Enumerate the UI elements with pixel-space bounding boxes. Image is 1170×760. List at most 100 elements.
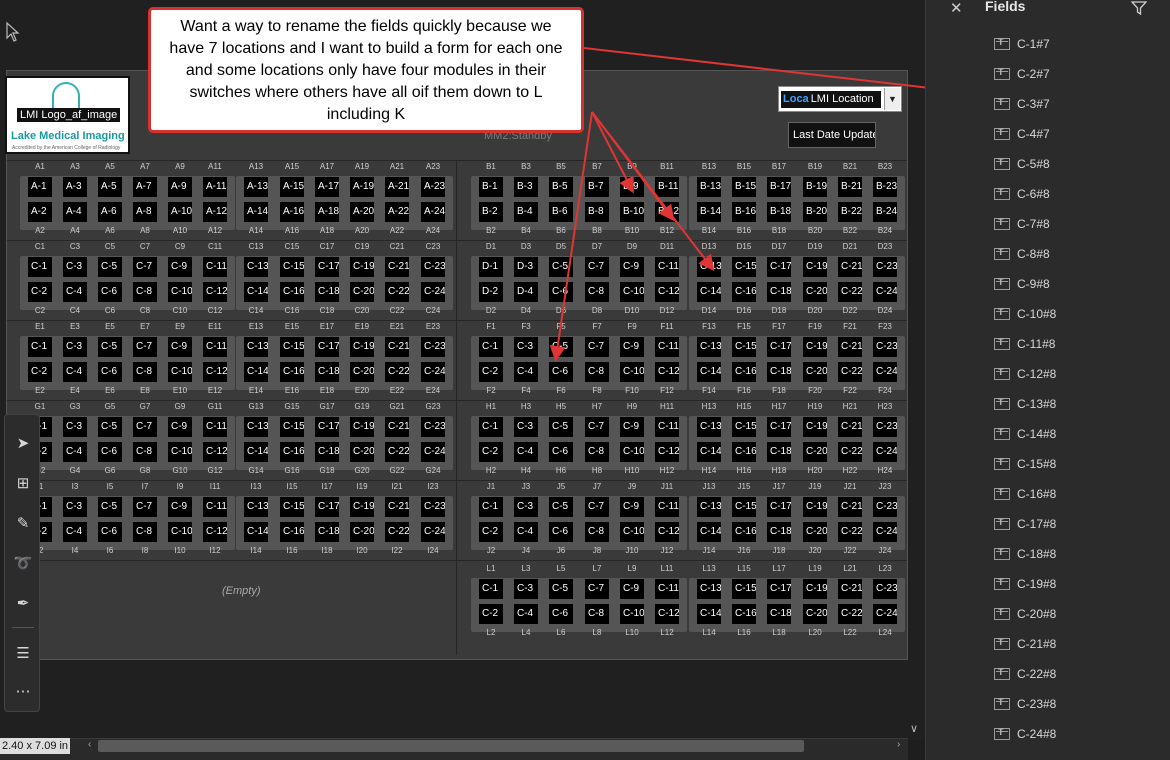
port-field[interactable]: C-4 <box>63 522 87 542</box>
port-field[interactable]: C-19 <box>803 497 827 517</box>
port-field[interactable]: C-8 <box>585 442 609 462</box>
port-field[interactable]: C-23 <box>873 417 897 437</box>
port-field[interactable]: C-21 <box>838 497 862 517</box>
port-field[interactable]: C-16 <box>280 522 304 542</box>
port-field[interactable]: C-14 <box>697 522 721 542</box>
port-field[interactable]: C-8 <box>133 282 157 302</box>
port-field[interactable]: C-3 <box>514 579 538 599</box>
port-field[interactable]: A-23 <box>421 177 445 197</box>
port-field[interactable]: B-24 <box>873 202 897 222</box>
port-field[interactable]: B-8 <box>585 202 609 222</box>
port-field[interactable]: C-21 <box>385 337 409 357</box>
port-field[interactable]: C-19 <box>803 257 827 277</box>
port-field[interactable]: C-13 <box>697 579 721 599</box>
port-field[interactable]: C-10 <box>168 522 192 542</box>
port-field[interactable]: C-24 <box>873 604 897 624</box>
port-field[interactable]: C-24 <box>873 522 897 542</box>
port-field[interactable]: C-6 <box>549 442 573 462</box>
port-field[interactable]: C-17 <box>315 497 339 517</box>
port-field[interactable]: C-20 <box>803 604 827 624</box>
port-field[interactable]: B-9 <box>620 177 644 197</box>
port-field[interactable]: C-22 <box>838 522 862 542</box>
field-list-item[interactable]: C-12#8 <box>994 364 1056 384</box>
port-field[interactable]: C-17 <box>315 417 339 437</box>
field-list-item[interactable]: C-8#8 <box>994 244 1050 264</box>
port-field[interactable]: C-9 <box>620 257 644 277</box>
port-field[interactable]: C-7 <box>133 497 157 517</box>
port-field[interactable]: A-13 <box>244 177 268 197</box>
port-field[interactable]: A-12 <box>203 202 227 222</box>
port-field[interactable]: C-18 <box>315 282 339 302</box>
port-field[interactable]: C-16 <box>732 522 756 542</box>
logo-image-field[interactable]: LMI Logo_af_image Lake Medical Imaging A… <box>5 76 130 154</box>
port-field[interactable]: C-10 <box>620 522 644 542</box>
port-field[interactable]: C-22 <box>838 604 862 624</box>
port-field[interactable]: C-13 <box>697 257 721 277</box>
port-field[interactable]: C-6 <box>98 282 122 302</box>
port-field[interactable]: C-6 <box>98 522 122 542</box>
field-list-item[interactable]: C-19#8 <box>994 574 1056 594</box>
port-field[interactable]: C-7 <box>133 417 157 437</box>
field-list-item[interactable]: C-24#8 <box>994 724 1056 744</box>
port-field[interactable]: C-9 <box>620 579 644 599</box>
port-field[interactable]: A-6 <box>98 202 122 222</box>
port-field[interactable]: D-2 <box>479 282 503 302</box>
port-field[interactable]: C-10 <box>620 442 644 462</box>
port-field[interactable]: C-6 <box>98 442 122 462</box>
port-field[interactable]: C-16 <box>280 362 304 382</box>
port-field[interactable]: C-4 <box>63 282 87 302</box>
port-field[interactable]: C-14 <box>244 442 268 462</box>
field-list-item[interactable]: C-10#8 <box>994 304 1056 324</box>
field-list-item[interactable]: C-15#8 <box>994 454 1056 474</box>
field-list-item[interactable]: C-4#7 <box>994 124 1050 144</box>
location-field[interactable]: Loca LMI Location <box>781 91 881 108</box>
port-field[interactable]: C-10 <box>168 442 192 462</box>
port-field[interactable]: C-9 <box>620 337 644 357</box>
port-field[interactable]: C-1 <box>479 337 503 357</box>
add-comment-icon[interactable]: ⊞ <box>12 473 34 495</box>
port-field[interactable]: C-10 <box>620 604 644 624</box>
port-field[interactable]: C-24 <box>421 282 445 302</box>
port-field[interactable]: C-22 <box>838 282 862 302</box>
field-list-item[interactable]: C-21#8 <box>994 634 1056 654</box>
port-field[interactable]: C-10 <box>168 282 192 302</box>
port-field[interactable]: C-11 <box>203 257 227 277</box>
port-field[interactable]: C-16 <box>732 604 756 624</box>
port-field[interactable]: B-7 <box>585 177 609 197</box>
port-field[interactable]: C-19 <box>803 337 827 357</box>
port-field[interactable]: C-19 <box>350 337 374 357</box>
port-field[interactable]: C-22 <box>385 522 409 542</box>
port-field[interactable]: C-14 <box>697 442 721 462</box>
port-field[interactable]: C-4 <box>514 604 538 624</box>
port-field[interactable]: C-2 <box>479 522 503 542</box>
port-field[interactable]: A-17 <box>315 177 339 197</box>
field-list-item[interactable]: C-17#8 <box>994 514 1056 534</box>
port-field[interactable]: C-23 <box>873 337 897 357</box>
port-field[interactable]: C-21 <box>385 257 409 277</box>
more-tools-icon[interactable]: ⋯ <box>12 681 34 703</box>
port-field[interactable]: A-8 <box>133 202 157 222</box>
port-field[interactable]: C-4 <box>63 442 87 462</box>
port-field[interactable]: C-12 <box>203 522 227 542</box>
port-field[interactable]: B-12 <box>655 202 679 222</box>
filter-icon[interactable] <box>1131 1 1147 16</box>
port-field[interactable]: A-4 <box>63 202 87 222</box>
field-list-item[interactable]: C-7#8 <box>994 214 1050 234</box>
port-field[interactable]: C-3 <box>63 337 87 357</box>
port-field[interactable]: C-15 <box>732 417 756 437</box>
port-field[interactable]: A-9 <box>168 177 192 197</box>
port-field[interactable]: B-14 <box>697 202 721 222</box>
field-list-item[interactable]: C-2#7 <box>994 64 1050 84</box>
sign-pen-icon[interactable]: ✒ <box>12 593 34 615</box>
port-field[interactable]: D-4 <box>514 282 538 302</box>
port-field[interactable]: C-12 <box>655 362 679 382</box>
port-field[interactable]: C-11 <box>203 417 227 437</box>
port-field[interactable]: C-20 <box>803 362 827 382</box>
port-field[interactable]: C-13 <box>244 257 268 277</box>
port-field[interactable]: C-12 <box>203 282 227 302</box>
port-field[interactable]: A-10 <box>168 202 192 222</box>
port-field[interactable]: C-11 <box>655 337 679 357</box>
port-field[interactable]: C-15 <box>732 579 756 599</box>
port-field[interactable]: C-13 <box>244 417 268 437</box>
port-field[interactable]: C-9 <box>620 497 644 517</box>
